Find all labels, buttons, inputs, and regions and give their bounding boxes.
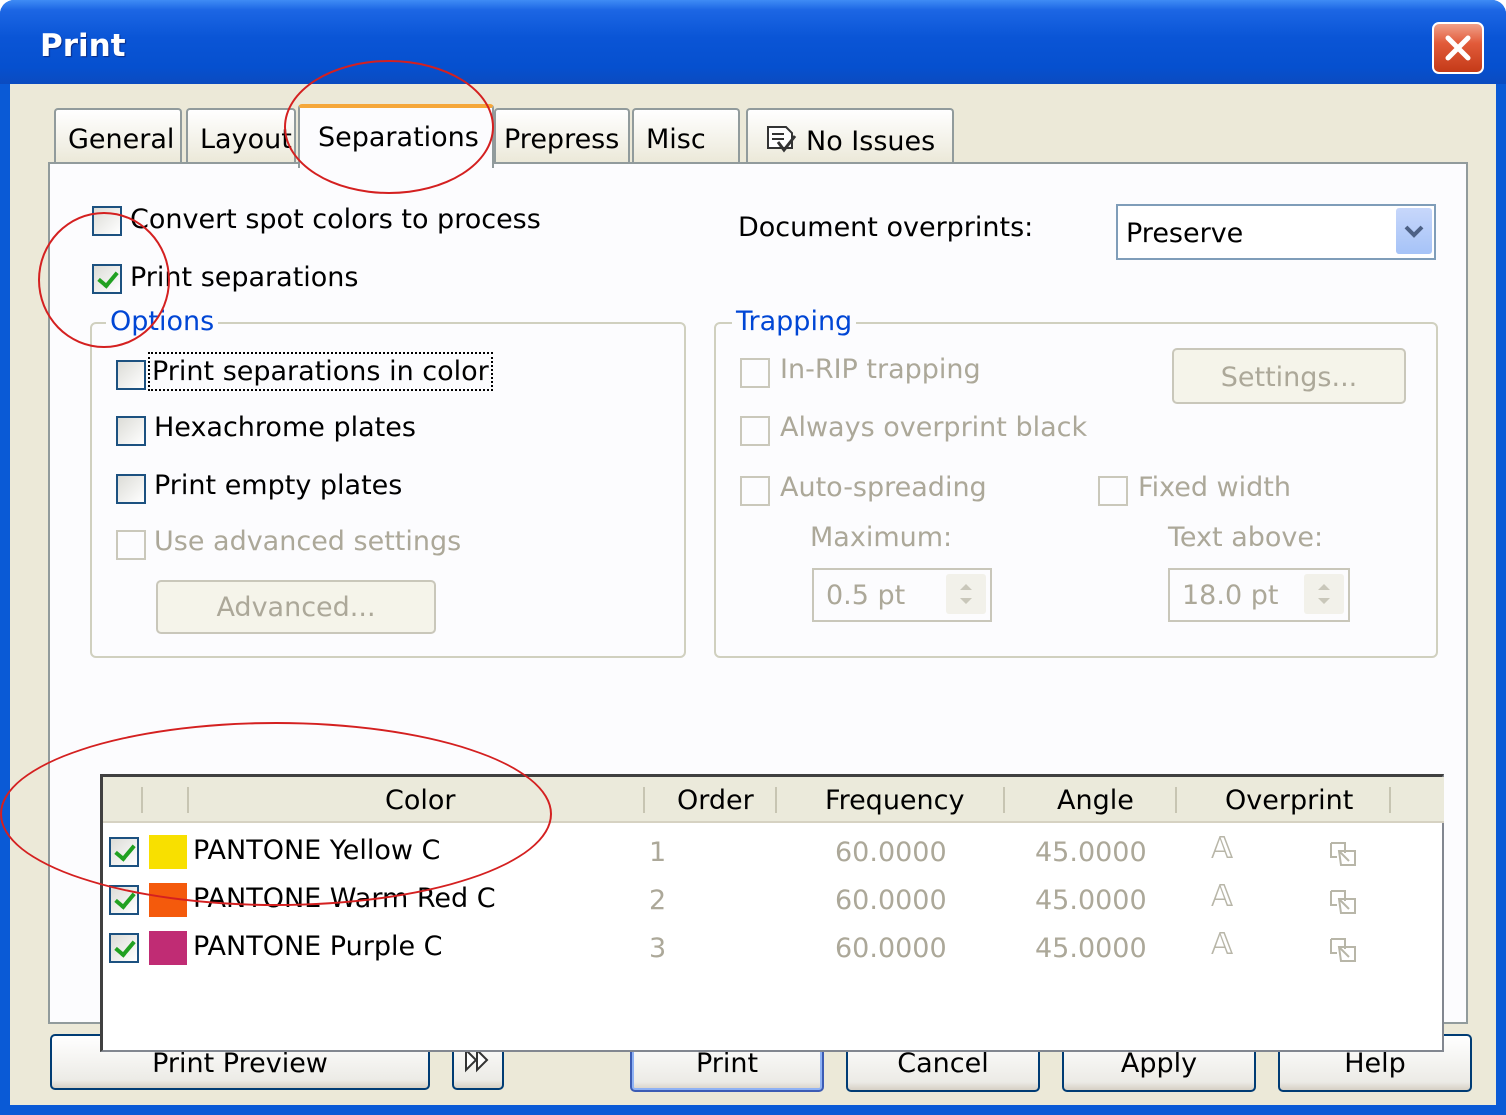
- print-in-color-label: Print separations in color: [148, 352, 493, 391]
- advanced-button[interactable]: Advanced...: [156, 580, 436, 634]
- maximum-label: Maximum:: [810, 522, 953, 553]
- angle-value: 45.0000: [1035, 837, 1147, 868]
- overprint-text-icon[interactable]: 𝔸: [1211, 879, 1233, 914]
- text-above-value: 18.0 pt: [1182, 580, 1279, 611]
- print-in-color-checkbox[interactable]: [116, 360, 146, 390]
- document-overprints-value: Preserve: [1126, 218, 1244, 249]
- annotation-ring-tab: [284, 60, 494, 194]
- overprint-black-label: Always overprint black: [780, 412, 1088, 443]
- auto-spreading-checkbox[interactable]: [740, 476, 770, 506]
- close-icon: [1445, 35, 1471, 61]
- row-checkbox[interactable]: [109, 933, 139, 963]
- header-order[interactable]: Order: [677, 785, 754, 816]
- overprint-graphics-icon[interactable]: [1327, 933, 1359, 965]
- frequency-value: 60.0000: [835, 933, 947, 964]
- in-rip-checkbox[interactable]: [740, 358, 770, 388]
- tab-label: Prepress: [504, 124, 620, 155]
- tab-label: General: [68, 124, 175, 155]
- spin-arrows-icon: [1318, 584, 1330, 604]
- annotation-ring-checkbox: [38, 212, 170, 348]
- fixed-width-label: Fixed width: [1138, 472, 1291, 503]
- empty-plates-label: Print empty plates: [154, 470, 403, 501]
- close-button[interactable]: [1432, 22, 1484, 74]
- overprint-graphics-icon[interactable]: [1327, 885, 1359, 917]
- frequency-value: 60.0000: [835, 837, 947, 868]
- document-overprints-label: Document overprints:: [738, 212, 1034, 243]
- overprint-graphics-icon[interactable]: [1327, 837, 1359, 869]
- tab-no-issues[interactable]: No Issues: [746, 108, 954, 164]
- in-rip-label: In-RIP trapping: [780, 354, 981, 385]
- advanced-settings-checkbox[interactable]: [116, 530, 146, 560]
- maximum-spinner[interactable]: 0.5 pt: [812, 568, 992, 622]
- header-overprint[interactable]: Overprint: [1225, 785, 1353, 816]
- frequency-value: 60.0000: [835, 885, 947, 916]
- issues-icon: [767, 126, 797, 153]
- spin-buttons[interactable]: [946, 574, 986, 614]
- annotation-ring-colors: [0, 722, 552, 906]
- tab-misc[interactable]: Misc: [632, 108, 740, 164]
- print-dialog: Print General Layout Separations Prepres…: [0, 0, 1506, 1115]
- maximum-value: 0.5 pt: [826, 580, 906, 611]
- empty-plates-checkbox[interactable]: [116, 474, 146, 504]
- tab-label: Layout: [200, 124, 292, 155]
- tab-layout[interactable]: Layout: [186, 108, 296, 164]
- header-angle[interactable]: Angle: [1057, 785, 1134, 816]
- title-bar[interactable]: Print: [0, 0, 1506, 84]
- order-value: 3: [649, 933, 667, 964]
- spin-buttons[interactable]: [1304, 574, 1344, 614]
- convert-spot-label: Convert spot colors to process: [130, 204, 541, 235]
- text-above-label: Text above:: [1168, 522, 1324, 553]
- dialog-title: Print: [40, 28, 126, 64]
- fixed-width-checkbox[interactable]: [1098, 476, 1128, 506]
- text-above-spinner[interactable]: 18.0 pt: [1168, 568, 1350, 622]
- tab-label: No Issues: [806, 126, 936, 157]
- trapping-settings-button[interactable]: Settings...: [1172, 348, 1406, 404]
- auto-spreading-label: Auto-spreading: [780, 472, 987, 503]
- trapping-legend: Trapping: [732, 306, 857, 337]
- tab-general[interactable]: General: [54, 108, 182, 164]
- angle-value: 45.0000: [1035, 933, 1147, 964]
- overprint-black-checkbox[interactable]: [740, 416, 770, 446]
- chevron-down-icon: [1404, 225, 1424, 238]
- header-frequency[interactable]: Frequency: [825, 785, 964, 816]
- advanced-settings-label: Use advanced settings: [154, 526, 462, 557]
- spin-arrows-icon: [960, 584, 972, 604]
- order-value: 1: [649, 837, 667, 868]
- color-name: PANTONE Purple C: [193, 931, 443, 962]
- dialog-client: General Layout Separations Prepress Misc…: [10, 84, 1496, 1105]
- table-row[interactable]: PANTONE Purple C 3 60.0000 45.0000 𝔸: [103, 925, 1444, 971]
- hexachrome-label: Hexachrome plates: [154, 412, 416, 443]
- document-overprints-select[interactable]: Preserve: [1116, 204, 1436, 260]
- hexachrome-checkbox[interactable]: [116, 416, 146, 446]
- overprint-text-icon[interactable]: 𝔸: [1211, 927, 1233, 962]
- order-value: 2: [649, 885, 667, 916]
- overprint-text-icon[interactable]: 𝔸: [1211, 831, 1233, 866]
- tab-label: Misc: [646, 124, 706, 155]
- dropdown-arrow[interactable]: [1396, 208, 1432, 254]
- tab-prepress[interactable]: Prepress: [494, 108, 630, 164]
- color-swatch: [149, 931, 187, 965]
- angle-value: 45.0000: [1035, 885, 1147, 916]
